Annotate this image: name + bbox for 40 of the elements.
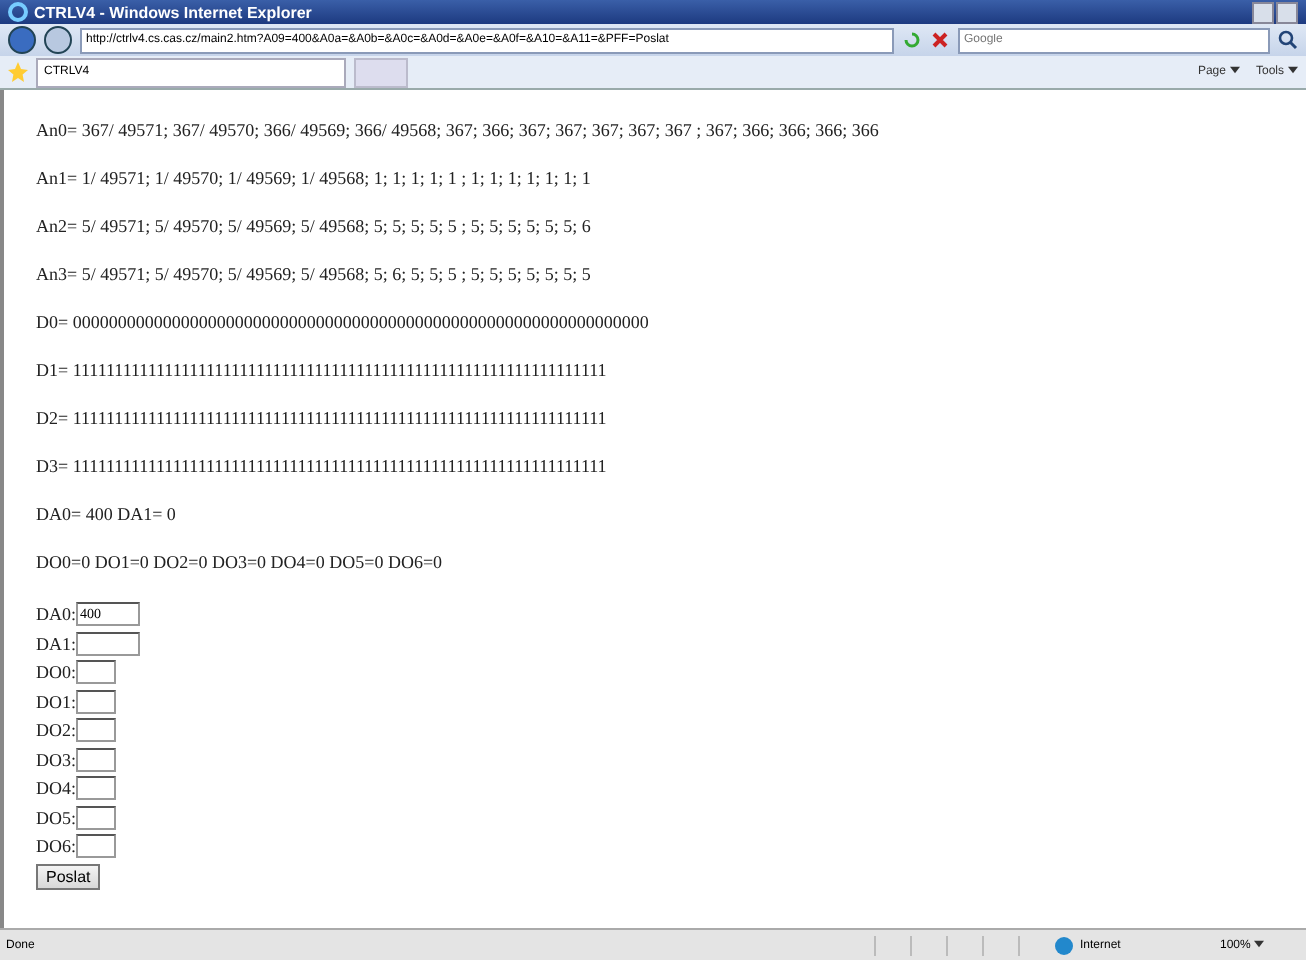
field-label: DO3: — [36, 749, 76, 770]
maximize-button[interactable] — [1276, 1, 1298, 23]
field-label: DO1: — [36, 691, 76, 712]
input-field[interactable] — [76, 689, 116, 714]
data-line: D2= 1111111111111111111111111111111111111111111111111111111111111111 — [36, 408, 609, 428]
data-line: An0= 367/ 49571; 367/ 49570; 366/ 49569; 366/ 49568; 367; 366; 367; 367; 367; 367; 367 ; 367; 366; 366; 366; 366 — [36, 120, 881, 140]
data-line: DA0= 400 DA1= 0 — [36, 504, 178, 524]
field-label: DO2: — [36, 720, 76, 741]
input-field[interactable] — [76, 776, 116, 801]
input-field[interactable] — [76, 660, 116, 685]
caret-icon — [1229, 66, 1240, 74]
field-label: DO5: — [36, 807, 76, 828]
field-label: DA1: — [36, 633, 76, 654]
data-line: DO0=0 DO1=0 DO2=0 DO3=0 DO4=0 DO5=0 DO6=0 — [36, 552, 445, 572]
minimize-button[interactable] — [1252, 1, 1274, 23]
input-field[interactable] — [76, 631, 140, 656]
data-line: An1= 1/ 49571; 1/ 49570; 1/ 49569; 1/ 49568; 1; 1; 1; 1; 1 ; 1; 1; 1; 1; 1; 1; 1 — [36, 168, 593, 188]
data-line: An3= 5/ 49571; 5/ 49570; 5/ 49569; 5/ 49568; 5; 6; 5; 5; 5 ; 5; 5; 5; 5; 5; 5; 5 — [36, 264, 593, 284]
search-icon[interactable] — [1278, 30, 1298, 50]
globe-icon — [1054, 935, 1074, 955]
data-line: An2= 5/ 49571; 5/ 49570; 5/ 49569; 5/ 49568; 5; 5; 5; 5; 5 ; 5; 5; 5; 5; 5; 5; 6 — [36, 216, 593, 236]
forward-button[interactable] — [44, 26, 72, 54]
window-title: CTRLV4 - Windows Internet Explorer — [34, 3, 312, 21]
field-label: DO6: — [36, 836, 76, 857]
close-icon[interactable] — [930, 30, 950, 50]
input-field[interactable] — [76, 805, 116, 830]
data-line: D3= 1111111111111111111111111111111111111111111111111111111111111111 — [36, 456, 609, 476]
submit-button[interactable]: Poslat — [36, 863, 101, 889]
star-icon[interactable] — [8, 62, 28, 82]
input-field[interactable] — [76, 718, 116, 743]
field-label: DA0: — [36, 604, 76, 625]
data-line: D0= 0000000000000000000000000000000000000000000000000000000000000000 — [36, 312, 651, 332]
field-label: DO0: — [36, 662, 76, 683]
field-label: DO4: — [36, 778, 76, 799]
data-line: D1= 1111111111111111111111111111111111111111111111111111111111111111 — [36, 360, 609, 380]
back-button[interactable] — [8, 26, 36, 54]
caret-icon — [1288, 66, 1298, 74]
input-field[interactable] — [76, 834, 116, 859]
caret-icon — [1254, 939, 1265, 947]
input-field[interactable] — [76, 747, 116, 772]
